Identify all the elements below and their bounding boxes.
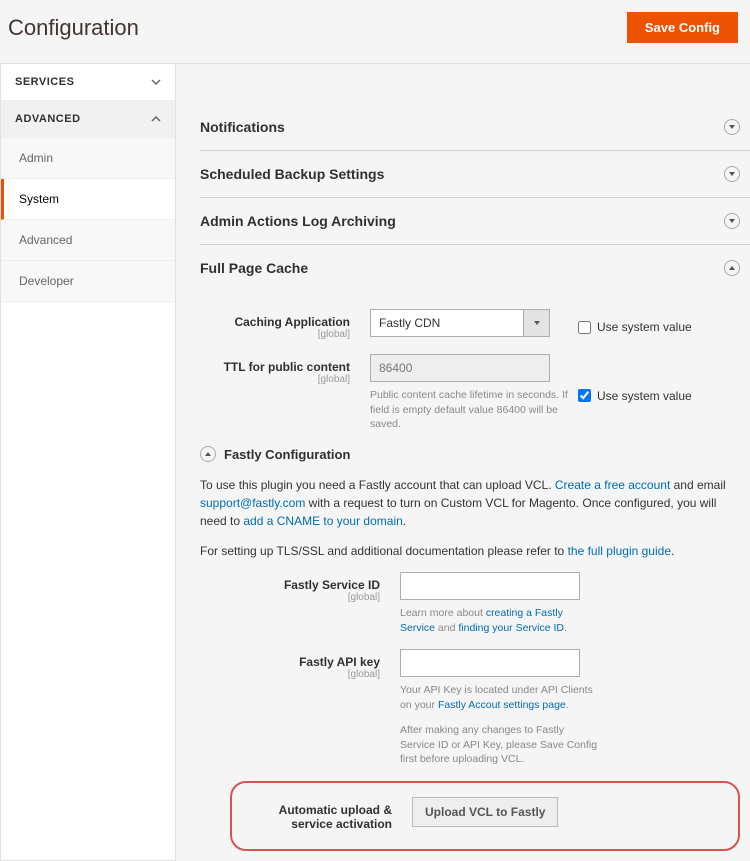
upload-vcl-highlight: Automatic upload & service activation Up… <box>230 781 740 851</box>
field-label: Fastly Service ID <box>230 578 380 592</box>
expand-icon <box>724 166 740 182</box>
field-label: TTL for public content <box>200 360 350 374</box>
section-full-page-cache[interactable]: Full Page Cache <box>200 245 750 291</box>
expand-icon <box>724 119 740 135</box>
finding-service-id-link[interactable]: finding your Service ID <box>458 622 564 634</box>
field-hint: Public content cache lifetime in seconds… <box>370 388 570 432</box>
config-sidebar: SERVICES ADVANCED Admin System Advanced … <box>0 64 176 861</box>
ttl-input <box>370 354 550 382</box>
select-value: Fastly CDN <box>371 316 523 330</box>
dropdown-button[interactable] <box>523 310 549 336</box>
sidebar-item-system[interactable]: System <box>1 179 175 220</box>
page-title: Configuration <box>8 15 139 41</box>
field-scope: [global] <box>200 374 350 385</box>
field-scope: [global] <box>230 592 380 603</box>
section-admin-log-archiving[interactable]: Admin Actions Log Archiving <box>200 198 750 245</box>
fastly-configuration-toggle[interactable]: Fastly Configuration <box>200 446 740 462</box>
main-content: Notifications Scheduled Backup Settings … <box>176 64 750 861</box>
fastly-service-id-input[interactable] <box>400 572 580 600</box>
collapse-icon <box>200 446 216 462</box>
expand-icon <box>724 213 740 229</box>
plugin-guide-link[interactable]: the full plugin guide <box>568 544 671 558</box>
field-fastly-service-id: Fastly Service ID [global] Learn more ab… <box>230 572 740 635</box>
section-notifications[interactable]: Notifications <box>200 104 750 151</box>
caching-application-select[interactable]: Fastly CDN <box>370 309 550 337</box>
fastly-description-1: To use this plugin you need a Fastly acc… <box>200 476 740 530</box>
sidebar-item-advanced[interactable]: Advanced <box>1 220 175 261</box>
section-title: Scheduled Backup Settings <box>200 166 384 182</box>
field-scope: [global] <box>200 329 350 340</box>
chevron-down-icon <box>151 77 161 87</box>
save-config-button[interactable]: Save Config <box>627 12 738 43</box>
field-hint: Learn more about creating a Fastly Servi… <box>400 606 600 635</box>
sidebar-item-developer[interactable]: Developer <box>1 261 175 302</box>
field-label: Automatic upload & service activation <box>242 803 392 831</box>
upload-vcl-button[interactable]: Upload VCL to Fastly <box>412 797 558 827</box>
full-page-cache-content: Caching Application [global] Fastly CDN … <box>200 291 750 861</box>
use-system-value-checkbox[interactable] <box>578 389 591 402</box>
section-title: Full Page Cache <box>200 260 308 276</box>
field-hint: Your API Key is located under API Client… <box>400 683 600 712</box>
sidebar-item-admin[interactable]: Admin <box>1 138 175 179</box>
account-settings-link[interactable]: Fastly Accout settings page <box>438 699 566 711</box>
section-scheduled-backup[interactable]: Scheduled Backup Settings <box>200 151 750 198</box>
field-caching-application: Caching Application [global] Fastly CDN … <box>200 309 740 340</box>
field-label: Caching Application <box>200 315 350 329</box>
sidebar-items: Admin System Advanced Developer <box>1 138 175 302</box>
use-system-value-label: Use system value <box>597 389 692 403</box>
field-fastly-api-key: Fastly API key [global] Your API Key is … <box>230 649 740 766</box>
section-title: Notifications <box>200 119 285 135</box>
use-system-value-checkbox[interactable] <box>578 321 591 334</box>
field-label: Fastly API key <box>230 655 380 669</box>
fastly-description-2: For setting up TLS/SSL and additional do… <box>200 542 740 560</box>
cname-link[interactable]: add a CNAME to your domain <box>243 514 402 528</box>
subsection-title: Fastly Configuration <box>224 447 350 462</box>
collapse-icon <box>724 260 740 276</box>
use-system-value-label: Use system value <box>597 320 692 334</box>
section-title: Admin Actions Log Archiving <box>200 213 396 229</box>
create-account-link[interactable]: Create a free account <box>555 478 670 492</box>
support-email-link[interactable]: support@fastly.com <box>200 496 305 510</box>
sidebar-section-label: SERVICES <box>15 76 74 88</box>
field-scope: [global] <box>230 669 380 680</box>
sidebar-section-advanced[interactable]: ADVANCED <box>1 101 175 138</box>
field-auto-upload: Automatic upload & service activation Up… <box>242 797 728 831</box>
sidebar-section-label: ADVANCED <box>15 113 81 125</box>
fastly-api-key-input[interactable] <box>400 649 580 677</box>
field-ttl-public-content: TTL for public content [global] Public c… <box>200 354 740 432</box>
chevron-up-icon <box>151 114 161 124</box>
sidebar-section-services[interactable]: SERVICES <box>1 64 175 101</box>
field-hint-2: After making any changes to Fastly Servi… <box>400 723 600 767</box>
